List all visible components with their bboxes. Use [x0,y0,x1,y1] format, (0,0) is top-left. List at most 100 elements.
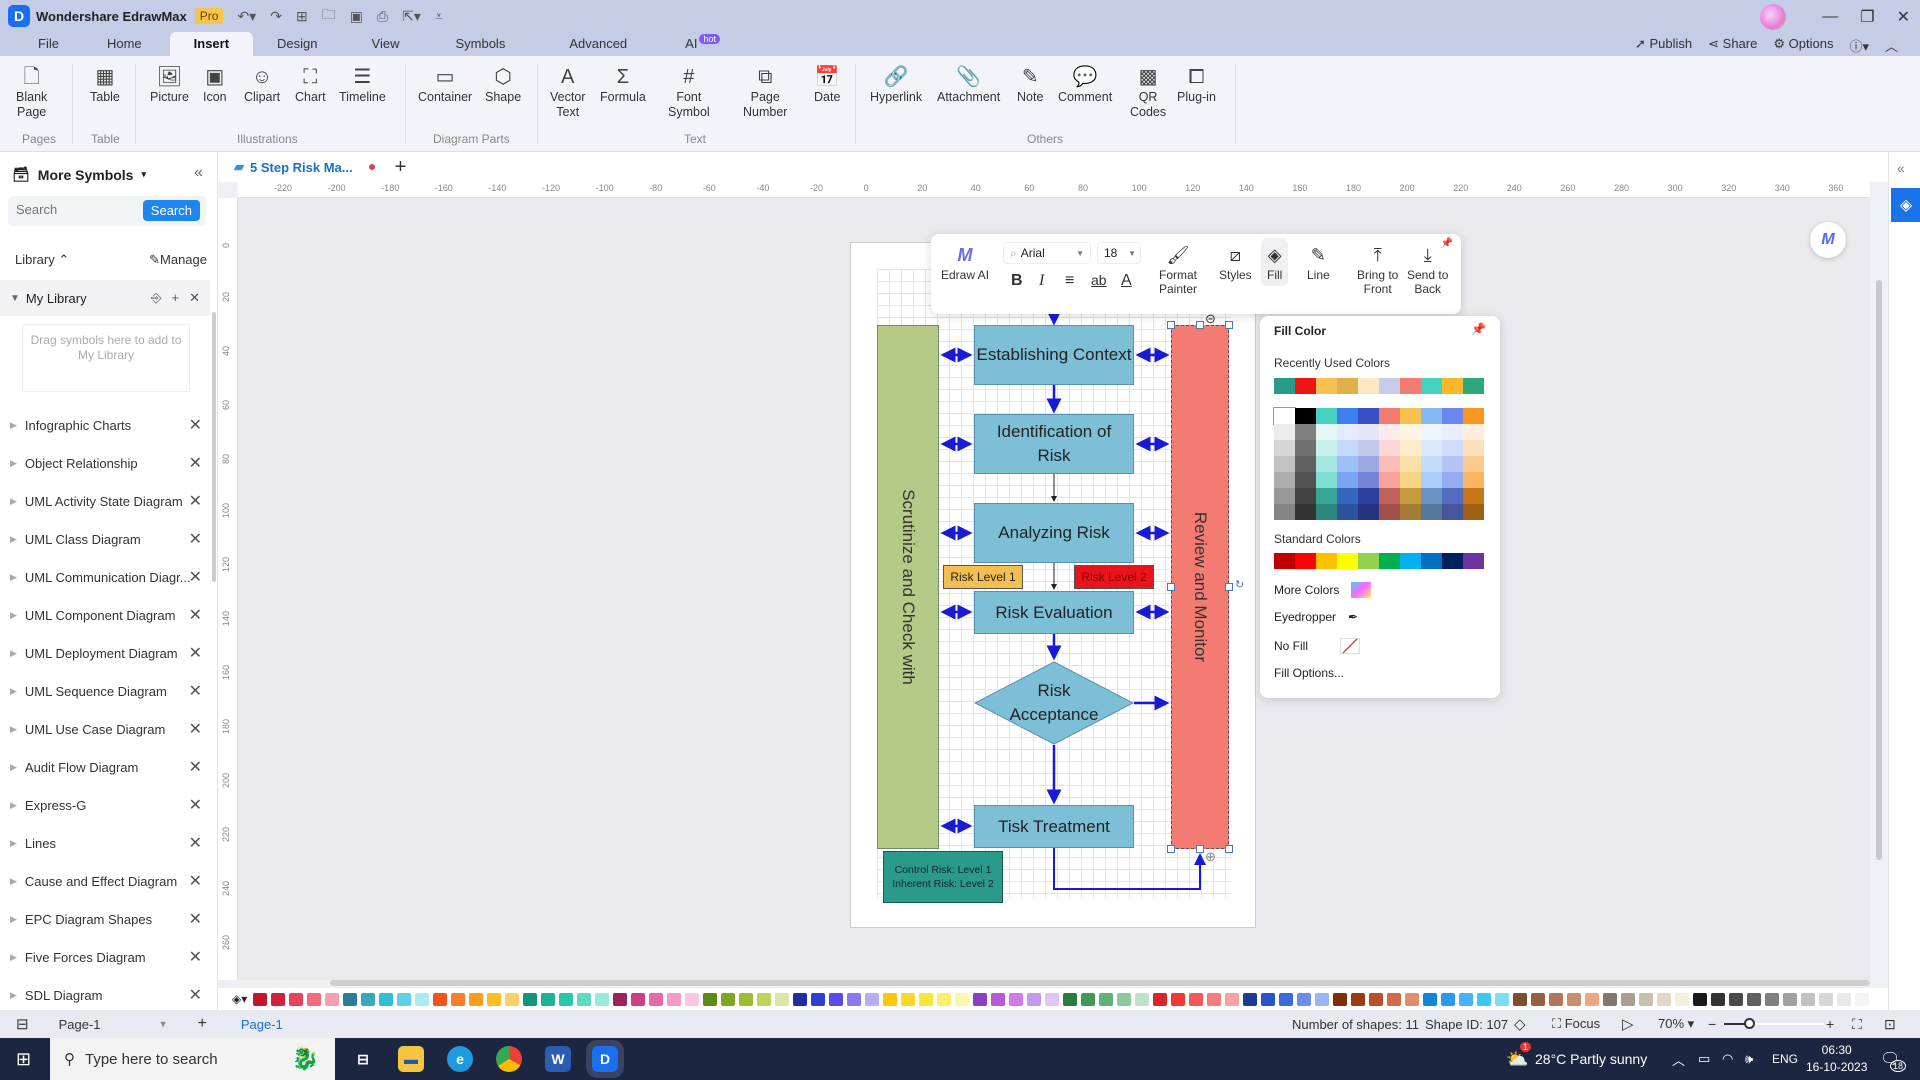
page-panel-icon[interactable]: ⊟ [16,1015,29,1033]
quick-color-swatch[interactable] [523,992,538,1006]
close-icon[interactable]: ✕ [189,909,202,929]
quick-color-swatch[interactable] [1369,992,1384,1006]
quick-color-swatch[interactable] [1387,992,1402,1006]
step-risk-treatment[interactable]: Tisk Treatment [974,805,1134,848]
quick-color-swatch[interactable] [1009,992,1024,1006]
theme-color-swatch[interactable] [1274,488,1295,504]
rotate-icon[interactable]: ↻ [1235,578,1244,591]
close-icon[interactable]: ✕ [189,947,202,967]
library-item[interactable]: ▶ UML Activity State Diagram ✕ [0,482,210,520]
quick-color-swatch[interactable] [1639,992,1654,1006]
taskbar-search[interactable]: ⚲ Type here to search 🐉 [50,1038,335,1080]
date-button[interactable]: 📅 Date [814,64,840,105]
standard-color-swatch[interactable] [1421,553,1442,569]
theme-color-swatch[interactable] [1379,440,1400,456]
theme-color-swatch[interactable] [1358,440,1379,456]
theme-color-swatch[interactable] [1379,408,1400,424]
quick-color-swatch[interactable] [1729,992,1744,1006]
attachment-button[interactable]: 📎 Attachment [937,64,1000,105]
quick-color-swatch[interactable] [757,992,772,1006]
page-tab[interactable]: Page-1 [241,1017,283,1032]
theme-color-swatch[interactable] [1442,472,1463,488]
library-item[interactable]: ▶ UML Component Diagram ✕ [0,596,210,634]
quick-color-swatch[interactable] [1135,992,1150,1006]
theme-color-swatch[interactable] [1421,456,1442,472]
print-icon[interactable]: ⎙ [377,8,388,25]
quick-color-swatch[interactable] [1711,992,1726,1006]
theme-color-swatch[interactable] [1400,456,1421,472]
quick-color-swatch[interactable] [343,992,358,1006]
quick-color-swatch[interactable] [1207,992,1222,1006]
theme-color-swatch[interactable] [1379,472,1400,488]
standard-color-swatch[interactable] [1463,553,1484,569]
quick-color-swatch[interactable] [289,992,304,1006]
theme-color-swatch[interactable] [1463,440,1484,456]
quick-color-swatch[interactable] [1243,992,1258,1006]
theme-color-swatch[interactable] [1337,456,1358,472]
quick-color-swatch[interactable] [361,992,376,1006]
theme-color-swatch[interactable] [1337,440,1358,456]
quick-color-swatch[interactable] [865,992,880,1006]
theme-color-swatch[interactable] [1337,488,1358,504]
theme-color-swatch[interactable] [1337,408,1358,424]
zoom-in-icon[interactable]: + [1826,1016,1834,1032]
theme-color-swatch[interactable] [1316,424,1337,440]
quick-color-swatch[interactable] [919,992,934,1006]
theme-color-swatch[interactable] [1442,504,1463,520]
quick-color-swatch[interactable] [613,992,628,1006]
quick-color-swatch[interactable] [1819,992,1834,1006]
theme-color-swatch[interactable] [1463,408,1484,424]
quick-color-swatch[interactable] [379,992,394,1006]
close-icon[interactable]: ✕ [189,833,202,853]
quick-color-swatch[interactable] [1279,992,1294,1006]
quick-color-swatch[interactable] [1531,992,1546,1006]
step-establishing-context[interactable]: Establishing Context [974,325,1134,385]
quick-color-swatch[interactable] [1603,992,1618,1006]
resize-handle[interactable] [1225,321,1233,329]
quick-color-swatch[interactable] [253,992,268,1006]
expand-panel-icon[interactable]: « [1897,160,1905,176]
eyedropper-option[interactable]: Eyedropper ✒ [1274,610,1358,624]
close-icon[interactable]: ✕ [189,529,202,549]
close-icon[interactable]: ✕ [1897,7,1910,27]
close-icon[interactable]: ✕ [189,757,202,777]
table-button[interactable]: ▦ Table [90,64,120,105]
minimize-icon[interactable]: — [1822,8,1838,26]
search-button[interactable]: Search [142,200,200,221]
recent-color-swatch[interactable] [1274,378,1295,394]
quick-color-swatch[interactable] [739,992,754,1006]
zoom-select[interactable]: 70% ▾ [1658,1016,1694,1032]
resize-handle[interactable] [1167,583,1175,591]
export-icon[interactable]: ⇱▾ [402,8,421,25]
library-item[interactable]: ▶ Express-G ✕ [0,786,210,824]
customize-quick-access-icon[interactable]: ⩡ [435,8,443,25]
hyperlink-button[interactable]: 🔗 Hyperlink [870,64,922,105]
meet-icon[interactable]: ▭ [1698,1051,1710,1067]
theme-color-swatch[interactable] [1400,424,1421,440]
send-to-back-button[interactable]: ⤓ Send to Back [1407,242,1448,296]
open-folder-icon[interactable]: 🗀 [322,4,336,28]
tab-advanced[interactable]: Advanced [531,32,665,56]
theme-color-swatch[interactable] [1358,504,1379,520]
close-icon[interactable]: ✕ [189,567,202,587]
theme-color-swatch[interactable] [1295,472,1316,488]
pin-icon[interactable]: 📌 [1441,238,1453,249]
collapse-ribbon-icon[interactable]: ︿ [1885,36,1898,55]
font-color-icon[interactable]: A [1121,272,1132,290]
fill-panel-toggle[interactable]: ◈ [1891,188,1920,222]
quick-color-swatch[interactable] [991,992,1006,1006]
quick-color-swatch[interactable] [1297,992,1312,1006]
quick-color-swatch[interactable] [1405,992,1420,1006]
add-page-button[interactable]: + [198,1015,207,1033]
quick-color-swatch[interactable] [1621,992,1636,1006]
edge-icon[interactable]: e [447,1046,473,1072]
quick-color-swatch[interactable] [703,992,718,1006]
collapse-panel-icon[interactable]: « [194,164,203,182]
library-item[interactable]: ▶ EPC Diagram Shapes ✕ [0,900,210,938]
library-item[interactable]: ▶ Lines ✕ [0,824,210,862]
quick-color-swatch[interactable] [1189,992,1204,1006]
theme-color-swatch[interactable] [1421,440,1442,456]
theme-color-swatch[interactable] [1316,408,1337,424]
chrome-icon[interactable] [496,1046,522,1072]
theme-color-swatch[interactable] [1337,472,1358,488]
